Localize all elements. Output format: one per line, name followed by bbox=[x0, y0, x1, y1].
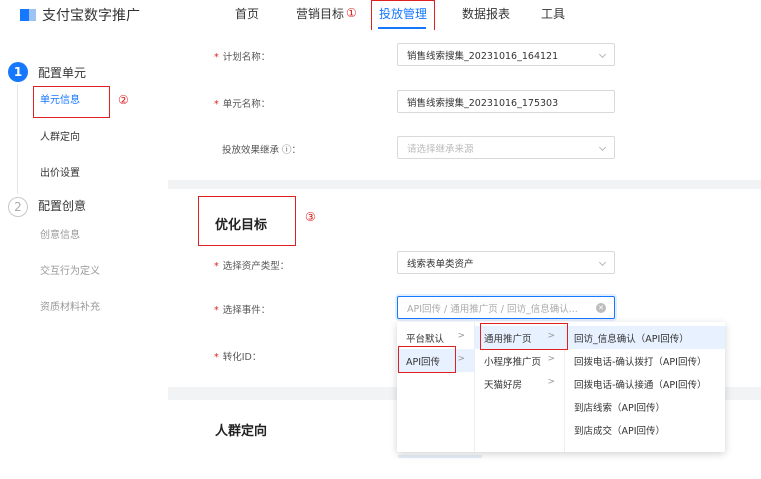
inherit-select[interactable]: 请选择继承来源 bbox=[397, 136, 615, 159]
chevron-right-icon: > bbox=[547, 377, 555, 387]
unit-name-input[interactable]: 销售线索搜集_20231016_175303 bbox=[397, 90, 615, 113]
plan-name-select[interactable]: 销售线索搜集_20231016_164121 bbox=[397, 43, 615, 66]
sidebar-item-bid[interactable]: 出价设置 bbox=[40, 164, 80, 179]
cascader-option-callback-dial[interactable]: 回拨电话-确认拨打（API回传） bbox=[565, 349, 725, 372]
chevron-down-icon bbox=[598, 143, 607, 152]
cascader-option-store-lead[interactable]: 到店线索（API回传） bbox=[565, 395, 725, 418]
cascader-option-callback-connected[interactable]: 回拨电话-确认接通（API回传） bbox=[565, 372, 725, 395]
event-value: API回传 / 通用推广页 / 回访_信息确认... bbox=[407, 303, 578, 315]
nav-data-reports[interactable]: 数据报表 bbox=[462, 5, 510, 22]
annotation-box-api-callback bbox=[398, 346, 456, 373]
cascader-option-store-deal[interactable]: 到店成交（API回传） bbox=[565, 418, 725, 441]
step-connector bbox=[17, 84, 18, 194]
asset-type-label: * 选择资产类型： bbox=[214, 261, 290, 272]
chevron-right-icon: > bbox=[457, 354, 465, 364]
audience-title: 人群定向 bbox=[215, 424, 268, 439]
clear-icon[interactable]: ✕ bbox=[596, 303, 606, 313]
unit-name-label: * 单元名称： bbox=[214, 99, 271, 110]
event-label: * 选择事件： bbox=[214, 305, 271, 316]
unit-name-value: 销售线索搜集_20231016_175303 bbox=[407, 97, 559, 109]
inherit-label: 投放效果继承 ⓘ： bbox=[222, 145, 302, 156]
annotation-3: ③ bbox=[305, 210, 316, 224]
sidebar-item-audience[interactable]: 人群定向 bbox=[40, 128, 80, 143]
conversion-id-label: * 转化ID： bbox=[214, 352, 262, 363]
annotation-box-nav bbox=[371, 0, 435, 33]
nav-home[interactable]: 首页 bbox=[235, 5, 259, 22]
alipay-logo-icon bbox=[20, 7, 36, 23]
asset-type-select[interactable]: 线索表单类资产 bbox=[397, 251, 615, 274]
step-2-badge: 2 bbox=[8, 197, 28, 217]
cascader-column-1: 平台默认 > API回传 > bbox=[397, 322, 475, 452]
chevron-right-icon: > bbox=[457, 331, 465, 341]
annotation-box-general-landing bbox=[480, 323, 568, 350]
annotation-1: ① bbox=[346, 6, 357, 20]
cascader-column-3: 回访_信息确认（API回传） 回拨电话-确认拨打（API回传） 回拨电话-确认接… bbox=[565, 322, 725, 452]
nav-marketing-goal[interactable]: 营销目标 bbox=[296, 5, 344, 22]
chevron-down-icon bbox=[598, 50, 607, 59]
plan-name-label: * 计划名称： bbox=[214, 52, 271, 63]
annotation-2: ② bbox=[118, 93, 129, 107]
inherit-placeholder: 请选择继承来源 bbox=[407, 143, 474, 155]
sidebar-item-creative-info[interactable]: 创意信息 bbox=[40, 226, 80, 241]
chevron-down-icon bbox=[598, 258, 607, 267]
plan-name-value: 销售线索搜集_20231016_164121 bbox=[407, 50, 559, 62]
asset-type-value: 线索表单类资产 bbox=[407, 258, 474, 270]
cascader-option-tmall-house[interactable]: 天猫好房 > bbox=[475, 372, 564, 395]
nav-tools[interactable]: 工具 bbox=[541, 5, 565, 22]
cascader-option-revisit-confirm[interactable]: 回访_信息确认（API回传） bbox=[565, 326, 725, 349]
step-1-title: 配置单元 bbox=[38, 66, 87, 80]
annotation-box-unit-info bbox=[33, 86, 110, 118]
audience-tab-strip bbox=[398, 455, 482, 458]
step-1-badge: 1 bbox=[8, 62, 28, 82]
cascader-option-miniprogram-landing[interactable]: 小程序推广页 > bbox=[475, 349, 564, 372]
event-cascader-input[interactable]: API回传 / 通用推广页 / 回访_信息确认... ✕ bbox=[397, 296, 615, 319]
step-2-title: 配置创意 bbox=[38, 199, 87, 213]
app-title: 支付宝数字推广 bbox=[42, 8, 140, 24]
app-logo[interactable]: 支付宝数字推广 bbox=[20, 5, 140, 25]
sidebar-item-qualification[interactable]: 资质材料补充 bbox=[40, 298, 100, 313]
sidebar-item-interaction[interactable]: 交互行为定义 bbox=[40, 262, 100, 277]
annotation-box-optimization bbox=[198, 196, 296, 246]
chevron-right-icon: > bbox=[547, 354, 555, 364]
